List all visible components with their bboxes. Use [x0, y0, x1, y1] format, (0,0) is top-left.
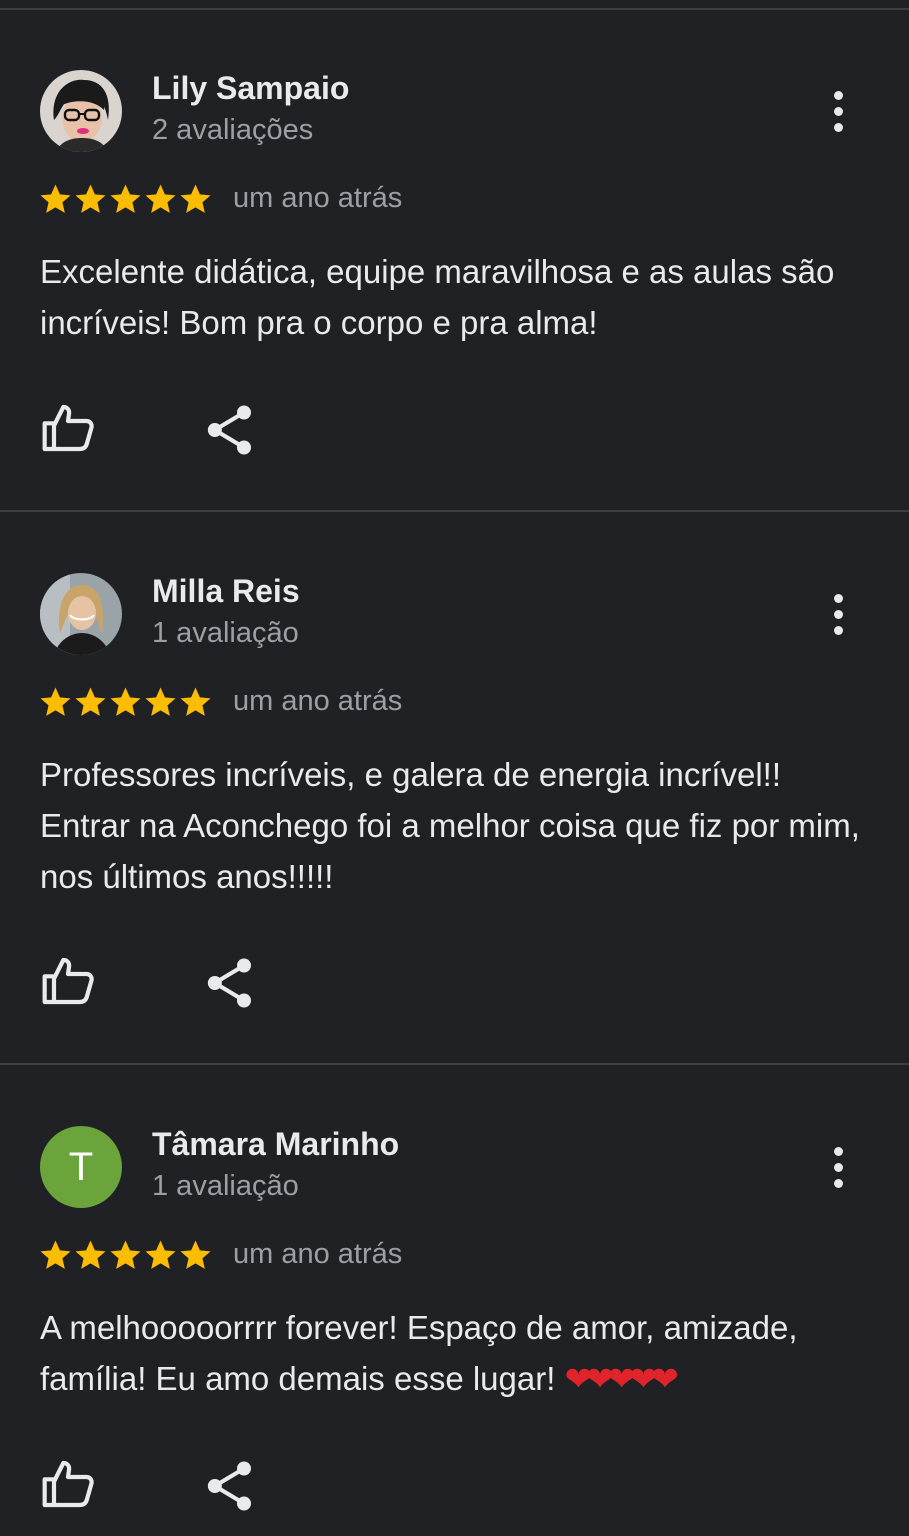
share-button[interactable] — [202, 1458, 258, 1514]
more-options-button[interactable] — [818, 584, 858, 644]
star-icon — [143, 1238, 178, 1272]
avatar[interactable] — [40, 70, 122, 152]
reviewer-name[interactable]: Tâmara Marinho — [152, 1126, 399, 1163]
reviewer-review-count[interactable]: 1 avaliação — [152, 1170, 299, 1203]
like-button[interactable] — [40, 400, 96, 456]
review-date: um ano atrás — [233, 182, 403, 214]
share-icon — [208, 406, 251, 455]
share-button[interactable] — [202, 402, 258, 458]
star-icon — [73, 685, 108, 719]
star-rating — [38, 1238, 213, 1272]
review-text: Professores incríveis, e galera de energ… — [40, 749, 860, 902]
review-text-content: A melhooooorrrr forever! Espaço de amor,… — [40, 1309, 798, 1397]
review-text: Excelente didática, equipe maravilhosa e… — [40, 246, 860, 348]
star-icon — [73, 1238, 108, 1272]
star-rating — [38, 182, 213, 216]
review-text-content: Professores incríveis, e galera de energ… — [40, 756, 860, 895]
like-button[interactable] — [40, 1456, 96, 1512]
thumbs-up-icon — [45, 1463, 92, 1505]
star-icon — [38, 182, 73, 216]
star-icon — [108, 1238, 143, 1272]
heart-emoji: ❤❤❤❤❤ — [564, 1360, 679, 1397]
reviewer-review-count[interactable]: 1 avaliação — [152, 617, 299, 650]
reviewer-name[interactable]: Lily Sampaio — [152, 70, 349, 107]
star-icon — [38, 685, 73, 719]
star-icon — [108, 685, 143, 719]
star-icon — [178, 685, 213, 719]
reviewer-review-count[interactable]: 2 avaliações — [152, 114, 313, 147]
star-icon — [178, 182, 213, 216]
star-icon — [108, 182, 143, 216]
thumbs-up-icon — [45, 407, 92, 449]
reviewer-name[interactable]: Milla Reis — [152, 573, 300, 610]
more-vert-icon — [833, 90, 843, 100]
review-text-content: Excelente didática, equipe maravilhosa e… — [40, 253, 835, 341]
star-icon — [73, 182, 108, 216]
more-options-button[interactable] — [818, 81, 858, 141]
share-icon — [208, 1462, 251, 1511]
top-divider — [0, 8, 909, 10]
star-icon — [143, 182, 178, 216]
share-button[interactable] — [202, 955, 258, 1011]
avatar[interactable] — [40, 573, 122, 655]
more-vert-icon — [833, 1146, 843, 1156]
review-divider — [0, 1063, 909, 1065]
star-rating — [38, 685, 213, 719]
review-text: A melhooooorrrr forever! Espaço de amor,… — [40, 1302, 860, 1404]
like-button[interactable] — [40, 953, 96, 1009]
star-icon — [143, 685, 178, 719]
thumbs-up-icon — [45, 960, 92, 1002]
more-options-button[interactable] — [818, 1137, 858, 1197]
review-date: um ano atrás — [233, 685, 403, 717]
star-icon — [38, 1238, 73, 1272]
more-vert-icon — [833, 593, 843, 603]
avatar[interactable]: T — [40, 1126, 122, 1208]
star-icon — [178, 1238, 213, 1272]
review-date: um ano atrás — [233, 1238, 403, 1270]
review-divider — [0, 510, 909, 512]
share-icon — [208, 959, 251, 1008]
